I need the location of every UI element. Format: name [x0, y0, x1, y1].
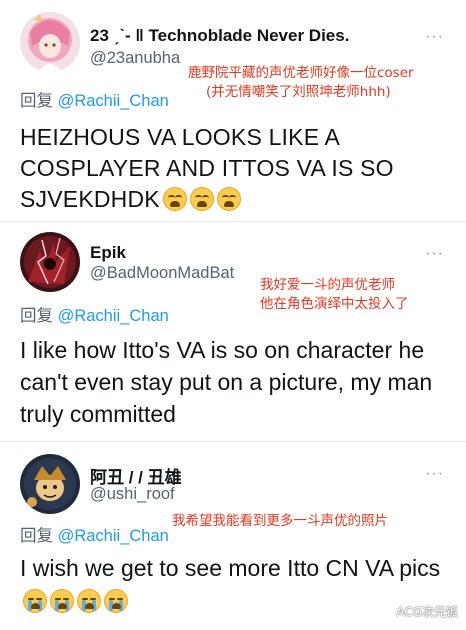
reply-label: 回复: [20, 92, 58, 110]
tweet-text-content: I wish we get to see more Itto CN VA pic…: [20, 555, 441, 581]
tweet-3[interactable]: 阿丑 / / 丑雄 @ushi_roof ··· 回复 @Rachii_Chan…: [0, 442, 466, 630]
annotation-line: (并无情嘲笑了刘照坤老师hhh): [206, 84, 391, 100]
annotation-line: 我好爱一斗的声优老师: [260, 277, 395, 293]
reply-context: 回复 @Rachii_Chan: [20, 87, 169, 111]
tweet-text: I like how Itto's VA is so on character …: [20, 337, 433, 427]
crying-face-icon: [50, 589, 74, 613]
user-handle[interactable]: @BadMoonMadBat: [90, 264, 234, 283]
reply-label: 回复: [20, 527, 58, 545]
annotation-line: 他在角色演绎中太投入了: [260, 296, 409, 312]
display-name[interactable]: 23 ˏˋ- ‖ Technoblade Never Dies.: [90, 26, 349, 46]
tweet-text: I wish we get to see more Itto CN VA pic…: [20, 552, 450, 618]
translation-annotation: 我希望我能看到更多一斗声优的照片: [172, 512, 388, 531]
tweet-1[interactable]: 23 ˏˋ- ‖ Technoblade Never Dies. @23anub…: [0, 0, 466, 220]
display-name[interactable]: Epik: [90, 243, 126, 263]
weary-face-icon: [162, 187, 187, 211]
user-avatar[interactable]: [20, 232, 80, 292]
crying-face-icon: [23, 589, 47, 613]
more-options-button[interactable]: ···: [425, 465, 444, 483]
user-handle[interactable]: @23anubha: [90, 49, 180, 68]
mention-link[interactable]: @Rachii_Chan: [58, 527, 169, 545]
translation-annotation: 鹿野院平藏的声优老师好像一位coser (并无情嘲笑了刘照坤老师hhh): [188, 64, 414, 102]
annotation-line: 鹿野院平藏的声优老师好像一位coser: [188, 65, 414, 81]
tweet-2[interactable]: Epik @BadMoonMadBat ··· 我好爱一斗的声优老师 他在角色演…: [0, 222, 466, 440]
user-avatar[interactable]: [20, 12, 80, 72]
weary-face-icon: [216, 187, 241, 211]
reply-context: 回复 @Rachii_Chan: [20, 302, 169, 326]
weary-face-icon: [189, 187, 214, 211]
crying-face-icon: [104, 589, 128, 613]
more-options-button[interactable]: ···: [425, 28, 444, 46]
crying-face-icon: [77, 589, 101, 613]
translation-annotation: 我好爱一斗的声优老师 他在角色演绎中太投入了: [260, 276, 409, 314]
user-handle[interactable]: @ushi_roof: [90, 485, 175, 504]
reply-context: 回复 @Rachii_Chan: [20, 522, 169, 546]
more-options-button[interactable]: ···: [425, 245, 444, 263]
mention-link[interactable]: @Rachii_Chan: [58, 92, 169, 110]
watermark: ACG次元饭: [396, 605, 458, 619]
user-avatar[interactable]: [20, 454, 80, 514]
mention-link[interactable]: @Rachii_Chan: [58, 307, 169, 325]
tweet-text: HEIZHOUS VA LOOKS LIKE A COSPLAYER AND I…: [20, 122, 450, 215]
annotation-line: 我希望我能看到更多一斗声优的照片: [172, 513, 388, 529]
reply-label: 回复: [20, 307, 58, 325]
